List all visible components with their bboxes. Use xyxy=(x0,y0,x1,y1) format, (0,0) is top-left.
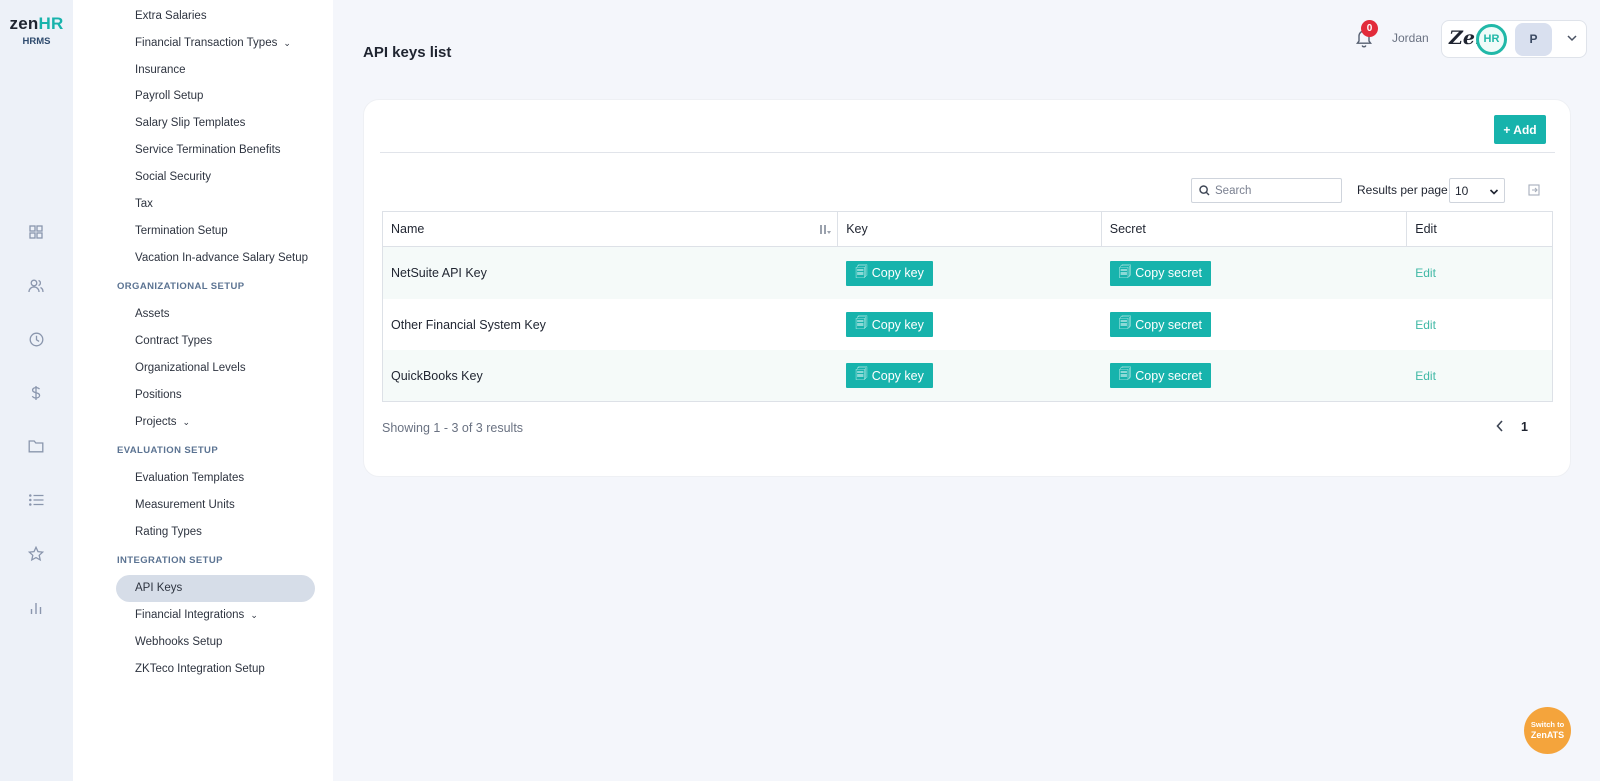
copy-key-button[interactable]: 🗐 Copy key xyxy=(846,312,933,337)
copy-icon: 🗐 xyxy=(1118,316,1132,330)
product-label: HRMS xyxy=(22,36,51,47)
results-per-page-select[interactable]: 10 xyxy=(1449,178,1505,203)
nav-item-social-security[interactable]: Social Security xyxy=(135,171,211,183)
account-switcher[interactable]: Zen HR P xyxy=(1441,20,1587,58)
page-title: API keys list xyxy=(363,44,452,61)
avatar: P xyxy=(1515,23,1552,56)
row-name: QuickBooks Key xyxy=(391,368,483,383)
copy-key-button[interactable]: 🗐 Copy key xyxy=(846,260,933,286)
row-name: NetSuite API Key xyxy=(391,266,487,280)
nav-item-termination-setup[interactable]: Termination Setup xyxy=(135,225,228,237)
copy-icon: 🗐 xyxy=(1118,264,1132,279)
folder-icon[interactable] xyxy=(26,436,46,456)
copy-secret-button[interactable]: 🗐 Copy secret xyxy=(1109,312,1211,337)
nav-item-zkteco-integration-setup[interactable]: ZKTeco Integration Setup xyxy=(135,663,265,675)
zenhr-logo[interactable]: zenHR HRMS xyxy=(0,14,73,47)
nav-item-financial-transaction-types[interactable]: Financial Transaction Types ⌄ xyxy=(135,37,291,49)
nav-item-contract-types[interactable]: Contract Types xyxy=(135,335,212,347)
results-summary: Showing 1 - 3 of 3 results xyxy=(382,421,524,435)
column-header-edit: Edit xyxy=(1415,222,1437,236)
edit-link[interactable]: Edit xyxy=(1415,266,1436,280)
edit-link[interactable]: Edit xyxy=(1415,318,1436,332)
dashboard-icon[interactable] xyxy=(26,222,46,242)
column-header-name[interactable]: Name xyxy=(383,212,839,246)
search-icon xyxy=(1199,185,1210,196)
chevron-down-icon: ⌄ xyxy=(250,609,258,620)
logo-text-hr: HR xyxy=(38,14,64,33)
nav-item-tax[interactable]: Tax xyxy=(135,198,153,210)
row-name: Other Financial System Key xyxy=(391,317,546,332)
notification-badge: 0 xyxy=(1361,20,1378,37)
nav-item-service-termination-benefits[interactable]: Service Termination Benefits xyxy=(135,144,281,156)
edit-link[interactable]: Edit xyxy=(1415,369,1436,383)
company-logo-ring: HR xyxy=(1476,24,1507,55)
table-row: Other Financial System Key 🗐 Copy key 🗐 Co… xyxy=(383,299,1552,350)
nav-section-organizational-setup: ORGANIZATIONAL SETUP xyxy=(117,281,245,292)
people-icon[interactable] xyxy=(26,276,46,296)
switch-to-zenats-button[interactable]: Switch to ZenATS xyxy=(1524,707,1571,754)
nav-item-vacation-in-advance-salary-setup[interactable]: Vacation In-advance Salary Setup xyxy=(135,252,308,264)
chevron-down-icon xyxy=(1566,29,1582,47)
copy-key-button[interactable]: 🗐 Copy key xyxy=(846,363,933,388)
nav-item-api-keys[interactable]: API Keys xyxy=(135,582,182,594)
star-icon[interactable] xyxy=(26,544,46,564)
nav-item-webhooks-setup[interactable]: Webhooks Setup xyxy=(135,636,222,648)
copy-icon: 🗐 xyxy=(855,264,868,279)
add-button[interactable]: + Add xyxy=(1494,115,1546,144)
nav-item-extra-salaries[interactable]: Extra Salaries xyxy=(135,10,207,22)
copy-secret-button[interactable]: 🗐 Copy secret xyxy=(1109,363,1211,388)
chevron-down-icon: ⌄ xyxy=(182,416,191,427)
search-box[interactable] xyxy=(1191,178,1342,203)
column-header-secret: Secret xyxy=(1102,212,1408,246)
nav-section-evaluation-setup: EVALUATION SETUP xyxy=(117,445,219,456)
dollar-icon[interactable] xyxy=(26,383,46,403)
icon-rail: zenHR HRMS xyxy=(0,0,73,781)
export-icon[interactable] xyxy=(1528,183,1542,197)
api-keys-table: Name Key Secret Edit NetSuite API Key 🗐 C… xyxy=(382,211,1553,402)
logo-text-zen: zen xyxy=(9,14,39,33)
copy-icon: 🗐 xyxy=(855,367,868,381)
pagination-current-page[interactable]: 1 xyxy=(1521,420,1528,434)
chevron-down-icon xyxy=(1489,186,1499,200)
sort-icon[interactable] xyxy=(819,224,832,238)
nav-item-assets[interactable]: Assets xyxy=(135,308,170,320)
copy-secret-button[interactable]: 🗐 Copy secret xyxy=(1109,260,1211,286)
table-row: NetSuite API Key 🗐 Copy key 🗐 Copy secret … xyxy=(383,247,1552,299)
nav-item-insurance[interactable]: Insurance xyxy=(135,64,186,76)
settings-sidebar: Extra Salaries Financial Transaction Typ… xyxy=(73,0,333,781)
nav-item-evaluation-templates[interactable]: Evaluation Templates xyxy=(135,472,244,484)
copy-icon: 🗐 xyxy=(1118,367,1132,381)
nav-item-payroll-setup[interactable]: Payroll Setup xyxy=(135,90,203,102)
nav-item-organizational-levels[interactable]: Organizational Levels xyxy=(135,362,246,374)
search-input[interactable] xyxy=(1215,184,1335,197)
nav-item-positions[interactable]: Positions xyxy=(135,389,182,401)
clock-icon[interactable] xyxy=(26,329,46,349)
chevron-left-icon[interactable] xyxy=(1495,418,1509,434)
nav-item-measurement-units[interactable]: Measurement Units xyxy=(135,499,235,511)
table-header: Name Key Secret Edit xyxy=(383,212,1552,247)
table-row: QuickBooks Key 🗐 Copy key 🗐 Copy secret Ed… xyxy=(383,350,1552,401)
card-divider xyxy=(380,152,1555,153)
chevron-down-icon: ⌄ xyxy=(283,37,291,48)
user-name[interactable]: Jordan xyxy=(1392,31,1429,45)
copy-icon: 🗐 xyxy=(855,316,868,330)
nav-section-integration-setup: INTEGRATION SETUP xyxy=(117,555,223,566)
nav-item-financial-integrations[interactable]: Financial Integrations ⌄ xyxy=(135,609,258,621)
column-header-key: Key xyxy=(838,212,1102,246)
nav-item-salary-slip-templates[interactable]: Salary Slip Templates xyxy=(135,117,245,129)
results-per-page-label: Results per page xyxy=(1357,183,1448,197)
nav-item-rating-types[interactable]: Rating Types xyxy=(135,526,202,538)
bar-chart-icon[interactable] xyxy=(26,598,46,618)
list-icon[interactable] xyxy=(26,490,46,510)
nav-item-projects[interactable]: Projects ⌄ xyxy=(135,416,190,428)
